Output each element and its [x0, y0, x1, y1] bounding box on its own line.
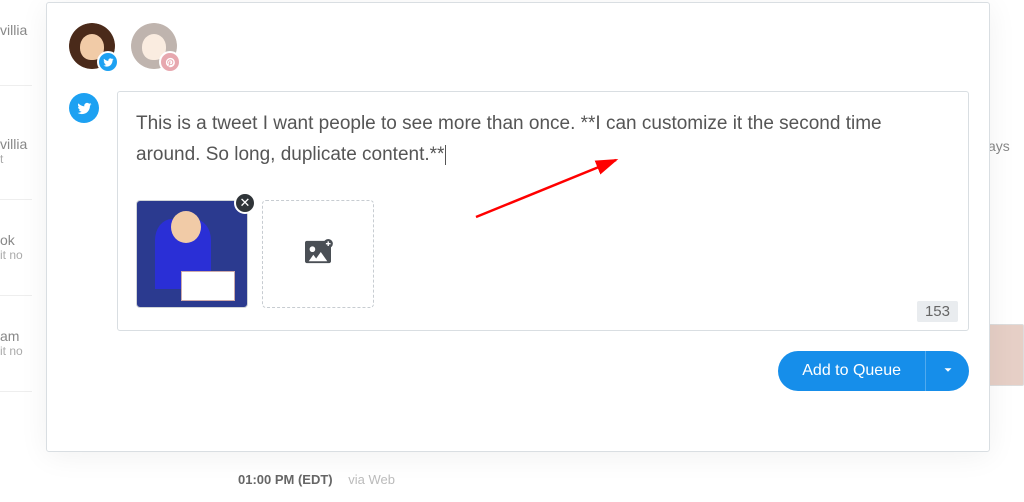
bg-item-name: am [0, 328, 32, 344]
bg-item: villia [0, 16, 32, 86]
tweet-text-value: This is a tweet I want people to see mor… [136, 113, 882, 165]
queue-options-dropdown[interactable] [925, 351, 969, 391]
pinterest-icon [159, 51, 181, 73]
scheduled-time: 01:00 PM (EDT) via Web [238, 472, 395, 487]
time-value: 01:00 PM (EDT) [238, 472, 333, 487]
bg-item-sub: it no [0, 344, 32, 358]
action-bar: Add to Queue [69, 351, 969, 391]
account-twitter[interactable] [69, 23, 115, 69]
bg-item: ok it no [0, 226, 32, 296]
twitter-icon [97, 51, 119, 73]
bg-right-text: ays [988, 138, 1024, 154]
attached-image-preview [136, 200, 248, 308]
chevron-down-icon [941, 363, 955, 380]
tweet-text-input[interactable]: This is a tweet I want people to see mor… [136, 108, 950, 172]
compose-modal: This is a tweet I want people to see mor… [46, 2, 990, 452]
add-image-icon [303, 239, 333, 270]
char-counter: 153 [917, 301, 958, 322]
media-row: ✕ [136, 200, 950, 308]
compose-box: This is a tweet I want people to see mor… [117, 91, 969, 331]
add-to-queue-button[interactable]: Add to Queue [778, 351, 925, 391]
twitter-icon [69, 93, 99, 123]
bg-thumbnail [988, 324, 1024, 386]
bg-item-sub: it no [0, 248, 32, 262]
bg-item-sub: t [0, 152, 32, 166]
attached-image[interactable]: ✕ [136, 200, 248, 308]
close-icon: ✕ [240, 195, 251, 211]
text-caret [445, 145, 446, 165]
add-media-button[interactable] [262, 200, 374, 308]
source-via: via Web [348, 472, 395, 487]
bg-item-name: ok [0, 232, 32, 248]
remove-image-button[interactable]: ✕ [234, 192, 256, 214]
account-pinterest[interactable] [131, 23, 177, 69]
bg-item-name: villia [0, 136, 32, 152]
bg-bottom-bar: 01:00 PM (EDT) via Web [0, 456, 1024, 502]
bg-item-name: villia [0, 22, 32, 38]
bg-item: am it no [0, 322, 32, 392]
bg-item: villia t [0, 130, 32, 200]
account-selector-row [69, 21, 969, 71]
